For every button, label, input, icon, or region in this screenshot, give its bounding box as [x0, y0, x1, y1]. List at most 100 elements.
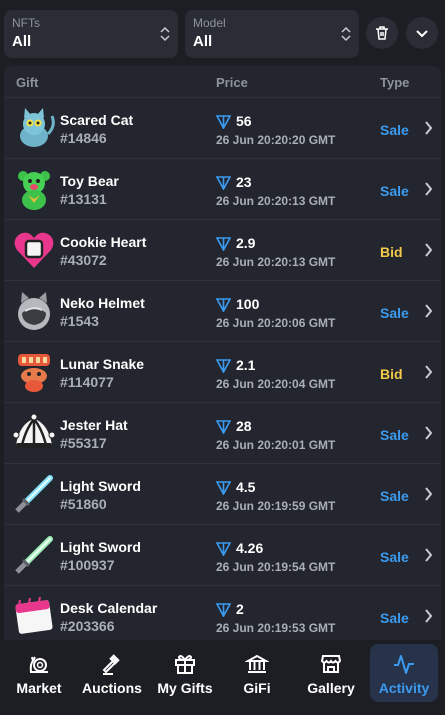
- header-price: Price: [216, 75, 248, 90]
- nav-activity[interactable]: Activity: [370, 644, 438, 702]
- clear-filters-button[interactable]: [366, 17, 398, 49]
- table-row[interactable]: Jester Hat #55317 28 26 Jun 20:20:01 GMT…: [4, 402, 441, 463]
- ton-icon: [216, 115, 231, 129]
- chevron-right-icon: [425, 304, 433, 318]
- nav-gifi-label: GiFi: [243, 680, 271, 696]
- nav-market[interactable]: Market: [8, 644, 70, 702]
- table-row[interactable]: Light Sword #51860 4.5 26 Jun 20:19:59 G…: [4, 463, 441, 524]
- timestamp: 26 Jun 20:20:13 GMT: [216, 255, 336, 269]
- table-row[interactable]: Light Sword #100937 4.26 26 Jun 20:19:54…: [4, 524, 441, 585]
- model-select[interactable]: Model All: [185, 10, 359, 58]
- scared-cat-image: [20, 108, 55, 147]
- price-value: 2: [236, 601, 244, 617]
- trash-icon: [376, 26, 388, 40]
- chevron-right-icon: [425, 609, 433, 623]
- timestamp: 26 Jun 20:20:06 GMT: [216, 316, 336, 330]
- table-row[interactable]: Desk Calendar #203366 2 26 Jun 20:19:53 …: [4, 585, 441, 640]
- ton-icon: [216, 542, 231, 556]
- snail-icon: [29, 656, 48, 673]
- nfts-select-label: NFTs: [12, 16, 40, 30]
- table-row[interactable]: Scared Cat #14846 56 26 Jun 20:20:20 GMT…: [4, 97, 441, 158]
- type-badge: Bid: [380, 366, 403, 382]
- type-badge: Sale: [380, 610, 409, 626]
- gift-name: Cookie Heart: [60, 234, 147, 250]
- timestamp: 26 Jun 20:20:01 GMT: [216, 438, 336, 452]
- chevron-right-icon: [425, 182, 433, 196]
- timestamp: 26 Jun 20:19:53 GMT: [216, 621, 336, 635]
- filter-bar: NFTs All Model All: [0, 0, 445, 66]
- table-row[interactable]: Toy Bear #13131 23 26 Jun 20:20:13 GMT S…: [4, 158, 441, 219]
- table-row[interactable]: Cookie Heart #43072 2.9 26 Jun 20:20:13 …: [4, 219, 441, 280]
- chevron-right-icon: [425, 121, 433, 135]
- model-select-value: All: [193, 33, 213, 50]
- gift-number: #55317: [60, 435, 107, 451]
- chevron-right-icon: [425, 243, 433, 257]
- gift-name: Neko Helmet: [60, 295, 145, 311]
- cookie-heart-image: [14, 232, 54, 268]
- gift-name: Light Sword: [60, 539, 141, 555]
- chevron-right-icon: [425, 365, 433, 379]
- gift-number: #1543: [60, 313, 99, 329]
- gift-number: #43072: [60, 252, 107, 268]
- neko-helmet-image: [18, 292, 50, 330]
- ton-icon: [216, 420, 231, 434]
- chevron-right-icon: [425, 548, 433, 562]
- ton-icon: [216, 481, 231, 495]
- nav-auctions[interactable]: Auctions: [76, 644, 148, 702]
- ton-icon: [216, 359, 231, 373]
- price-value: 2.9: [236, 235, 256, 251]
- header-gift: Gift: [16, 75, 39, 90]
- timestamp: 26 Jun 20:19:54 GMT: [216, 560, 336, 574]
- light-sword-image: [15, 536, 53, 574]
- price-value: 28: [236, 418, 252, 434]
- nfts-select-value: All: [12, 33, 32, 50]
- type-badge: Sale: [380, 183, 409, 199]
- gift-name: Scared Cat: [60, 112, 134, 128]
- gift-number: #100937: [60, 557, 115, 573]
- ton-icon: [216, 298, 231, 312]
- expand-button[interactable]: [406, 17, 438, 49]
- gift-name: Light Sword: [60, 478, 141, 494]
- timestamp: 26 Jun 20:19:59 GMT: [216, 499, 336, 513]
- gift-number: #14846: [60, 130, 107, 146]
- type-badge: Sale: [380, 549, 409, 565]
- chevron-right-icon: [425, 487, 433, 501]
- gift-number: #114077: [60, 374, 114, 390]
- price-value: 4.26: [236, 540, 264, 556]
- jester-hat-image: [12, 413, 56, 448]
- price-value: 100: [236, 296, 260, 312]
- nav-gallery[interactable]: Gallery: [298, 644, 364, 702]
- table-row[interactable]: Neko Helmet #1543 100 26 Jun 20:20:06 GM…: [4, 280, 441, 341]
- nav-activity-label: Activity: [378, 680, 430, 696]
- light-sword-image: [15, 475, 53, 513]
- updown-chevron-icon: [160, 26, 170, 42]
- gift-name: Desk Calendar: [60, 600, 158, 616]
- desk-calendar-image: [15, 596, 53, 634]
- nfts-select[interactable]: NFTs All: [4, 10, 178, 58]
- ton-icon: [216, 603, 231, 617]
- gift-number: #13131: [60, 191, 107, 207]
- header-type: Type: [380, 75, 410, 90]
- price-value: 2.1: [236, 357, 256, 373]
- type-badge: Sale: [380, 305, 409, 321]
- nav-gifi[interactable]: GiFi: [226, 644, 288, 702]
- timestamp: 26 Jun 20:20:20 GMT: [216, 133, 336, 147]
- gift-name: Toy Bear: [60, 173, 119, 189]
- gift-name: Lunar Snake: [60, 356, 145, 372]
- nav-gallery-label: Gallery: [307, 680, 355, 696]
- table-header: Gift Price Type: [4, 66, 441, 97]
- ton-icon: [216, 176, 231, 190]
- nav-auctions-label: Auctions: [82, 680, 142, 696]
- price-value: 4.5: [236, 479, 256, 495]
- type-badge: Sale: [380, 488, 409, 504]
- gift-number: #51860: [60, 496, 107, 512]
- gift-number: #203366: [60, 618, 115, 634]
- table-row[interactable]: Lunar Snake #114077 2.1 26 Jun 20:20:04 …: [4, 341, 441, 402]
- type-badge: Sale: [380, 427, 409, 443]
- gavel-icon: [102, 654, 120, 675]
- bank-icon: [245, 654, 269, 673]
- nav-my-gifts[interactable]: My Gifts: [152, 644, 218, 702]
- chevron-right-icon: [425, 426, 433, 440]
- bottom-nav: Market Auctions My Gifts GiFi Gallery Ac…: [0, 640, 445, 715]
- activity-table: Gift Price Type Scared Cat #14846 56 26 …: [4, 66, 441, 640]
